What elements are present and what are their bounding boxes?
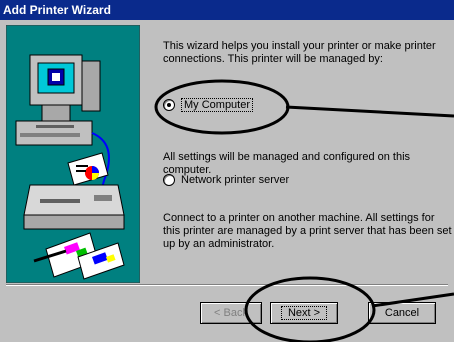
intro-text: This wizard helps you install your print… [163, 40, 448, 66]
cancel-button-label: Cancel [384, 307, 420, 319]
back-button[interactable]: < Back [200, 302, 262, 324]
back-button-label: < Back [214, 307, 248, 319]
intro-line-1: This wizard helps you install your print… [163, 40, 436, 52]
radio-label-my-computer[interactable]: My Computer [181, 98, 254, 112]
network-server-description: Connect to a printer on another machine.… [163, 212, 453, 251]
radio-network-server[interactable]: Network printer server [163, 174, 289, 186]
radio-button-unselected[interactable] [163, 174, 175, 186]
intro-line-2: connections. This printer will be manage… [163, 53, 383, 65]
network-desc-line-2: this printer are managed by a print serv… [163, 225, 452, 237]
window-title: Add Printer Wizard [3, 3, 111, 17]
cancel-button[interactable]: Cancel [368, 302, 436, 324]
next-button[interactable]: Next > [270, 302, 338, 324]
radio-label-network-server[interactable]: Network printer server [181, 174, 289, 186]
network-desc-line-3: up by an administrator. [163, 238, 275, 250]
title-bar[interactable]: Add Printer Wizard [0, 0, 454, 20]
next-button-label: Next > [280, 306, 328, 320]
my-computer-desc-line-1: All settings will be managed and configu… [163, 151, 411, 163]
network-desc-line-1: Connect to a printer on another machine.… [163, 212, 435, 224]
wizard-content: This wizard helps you install your print… [0, 20, 454, 342]
radio-button-selected[interactable] [163, 99, 175, 111]
radio-my-computer[interactable]: My Computer [163, 98, 254, 112]
button-separator [6, 284, 448, 286]
wizard-illustration [6, 25, 140, 283]
wizard-window: Add Printer Wizard This wizard helps you… [0, 0, 454, 342]
